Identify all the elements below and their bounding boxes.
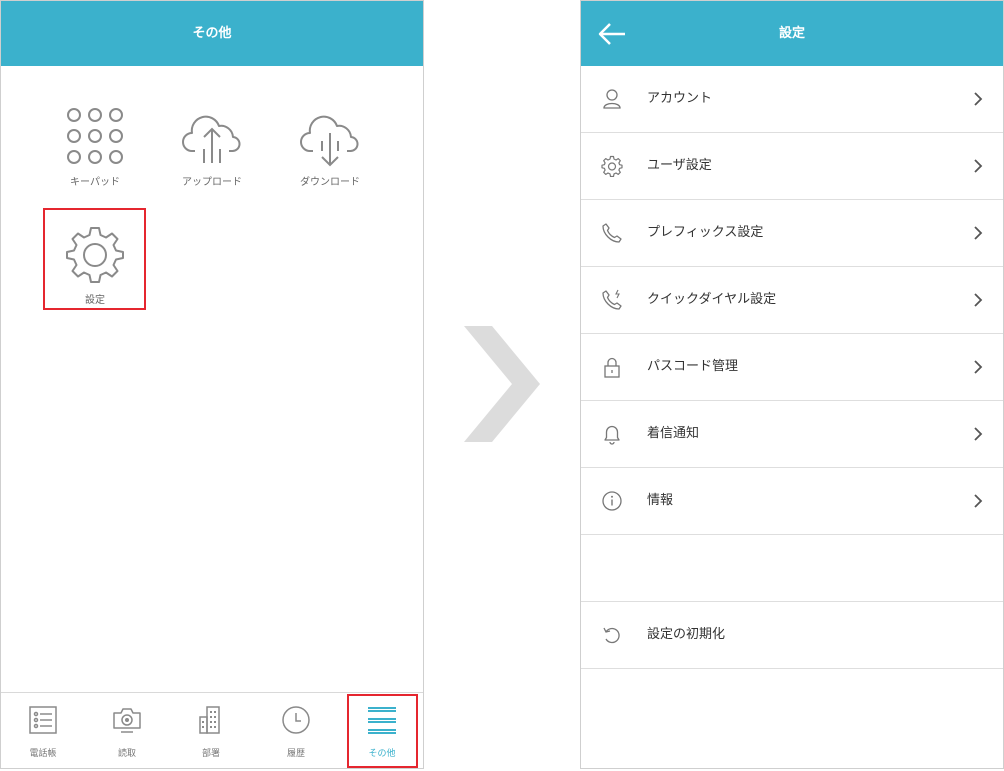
settings-item-label: アカウント bbox=[647, 91, 713, 106]
settings-item-label: プレフィックス設定 bbox=[647, 225, 764, 240]
phone-icon bbox=[602, 223, 622, 243]
keypad-button[interactable]: キーパッド bbox=[45, 101, 145, 201]
reset-icon bbox=[603, 627, 620, 644]
settings-item-user-settings[interactable]: ユーザ設定 bbox=[581, 133, 1003, 200]
settings-item-passcode[interactable]: パスコード管理 bbox=[581, 334, 1003, 401]
tab-label: 部署 bbox=[201, 749, 220, 759]
chevron-right-icon bbox=[974, 427, 983, 441]
phonebook-icon bbox=[1, 705, 85, 739]
bell-icon bbox=[604, 425, 620, 445]
building-icon bbox=[169, 705, 253, 739]
page-title: 設定 bbox=[778, 26, 805, 41]
settings-item-info[interactable]: 情報 bbox=[581, 468, 1003, 535]
section-divider bbox=[581, 535, 1003, 602]
camera-icon bbox=[85, 705, 169, 739]
tab-label: 読取 bbox=[117, 749, 136, 759]
clock-icon bbox=[254, 705, 338, 739]
settings-item-label: パスコード管理 bbox=[647, 359, 739, 374]
download-button[interactable]: ダウンロード bbox=[280, 101, 380, 201]
lock-icon bbox=[604, 357, 620, 378]
info-icon bbox=[602, 491, 622, 511]
settings-item-label: 着信通知 bbox=[647, 426, 700, 441]
tab-history[interactable]: 履歴 bbox=[254, 693, 338, 769]
chevron-right-icon bbox=[464, 326, 540, 442]
tab-scan[interactable]: 読取 bbox=[85, 693, 169, 769]
phone-quick-icon bbox=[602, 289, 622, 310]
header-bar: 設定 bbox=[581, 1, 1003, 66]
chevron-right-icon bbox=[974, 360, 983, 374]
settings-screen: 設定 アカウント ユーザ設定 プレフィックス設定 クイックダイヤル設定 パスコー… bbox=[580, 0, 1004, 769]
settings-item-account[interactable]: アカウント bbox=[581, 66, 1003, 133]
settings-reset-item[interactable]: 設定の初期化 bbox=[581, 602, 1003, 669]
settings-item-label: ユーザ設定 bbox=[647, 158, 712, 173]
tab-label: 履歴 bbox=[286, 749, 305, 759]
tab-department[interactable]: 部署 bbox=[169, 693, 253, 769]
upload-button[interactable]: アップロード bbox=[162, 101, 262, 201]
chevron-right-icon bbox=[974, 92, 983, 106]
header-bar: その他 bbox=[1, 1, 423, 66]
settings-item-notification[interactable]: 着信通知 bbox=[581, 401, 1003, 468]
more-screen: その他 キーパッド アップロード ダウンロード 設定 電話帳 読取 部署 履歴 … bbox=[0, 0, 424, 769]
settings-item-label: クイックダイヤル設定 bbox=[647, 292, 777, 307]
settings-reset-label: 設定の初期化 bbox=[647, 627, 726, 642]
chevron-right-icon bbox=[974, 494, 983, 508]
cloud-upload-icon bbox=[162, 101, 262, 167]
upload-label: アップロード bbox=[182, 177, 242, 188]
page-title: その他 bbox=[192, 26, 232, 41]
keypad-icon bbox=[45, 101, 145, 167]
settings-highlight-box bbox=[43, 208, 146, 310]
settings-item-label: 情報 bbox=[647, 493, 674, 508]
gear-icon bbox=[601, 155, 623, 177]
chevron-right-icon bbox=[974, 226, 983, 240]
tab-phonebook[interactable]: 電話帳 bbox=[1, 693, 85, 769]
tab-highlight-box bbox=[347, 694, 418, 768]
keypad-label: キーパッド bbox=[70, 177, 120, 188]
settings-item-quick-dial[interactable]: クイックダイヤル設定 bbox=[581, 267, 1003, 334]
cloud-download-icon bbox=[280, 101, 380, 167]
chevron-right-icon bbox=[974, 159, 983, 173]
tab-label: 電話帳 bbox=[29, 749, 57, 759]
settings-item-prefix[interactable]: プレフィックス設定 bbox=[581, 200, 1003, 267]
user-icon bbox=[603, 89, 621, 109]
chevron-right-icon bbox=[974, 293, 983, 307]
download-label: ダウンロード bbox=[300, 177, 360, 188]
